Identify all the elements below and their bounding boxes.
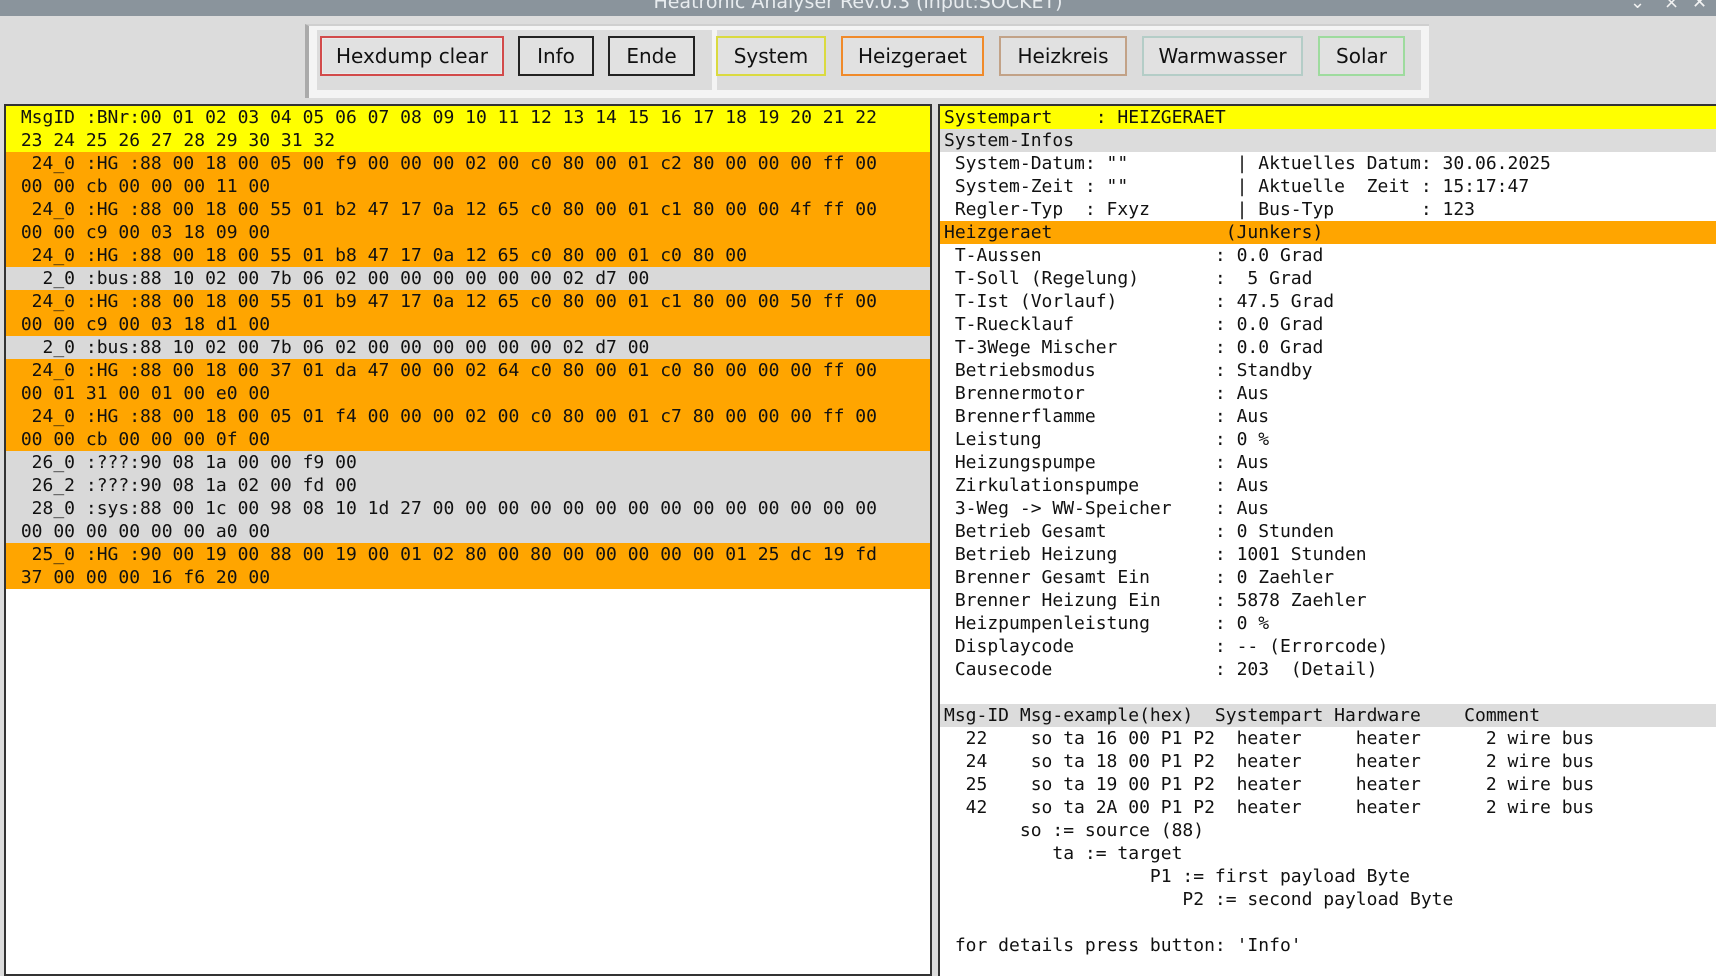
info-line: P2 := second payload Byte: [944, 889, 1454, 910]
hexdump-line: 23 24 25 26 27 28 29 30 31 32: [6, 129, 930, 152]
info-line: 42 so ta 2A 00 P1 P2 heater heater 2 wir…: [944, 797, 1595, 818]
info-line: Brennermotor : Aus: [944, 383, 1270, 404]
info-line: System-Zeit : "" | Aktuelle Zeit : 15:17…: [944, 176, 1530, 197]
info-line: [940, 681, 1716, 704]
hexdump-line: 2_0 :bus:88 10 02 00 7b 06 02 00 00 00 0…: [6, 267, 930, 290]
hexdump-line: 00 00 cb 00 00 00 0f 00: [6, 428, 930, 451]
info-line: 22 so ta 16 00 P1 P2 heater heater 2 wir…: [944, 728, 1595, 749]
info-line: ta := target: [944, 843, 1183, 864]
hexdump-line: 26_0 :???:90 08 1a 00 00 f9 00: [6, 451, 930, 474]
solar-button[interactable]: Solar: [1318, 36, 1405, 76]
info-line: Msg-ID Msg-example(hex) Systempart Hardw…: [940, 704, 1716, 727]
window-title: Heatronic Analyser Rev.0.3 (input:SOCKET…: [653, 0, 1063, 13]
hexdump-line: 26_2 :???:90 08 1a 02 00 fd 00: [6, 474, 930, 497]
info-line: 3-Weg -> WW-Speicher : Aus: [944, 498, 1270, 519]
hexdump-line: 24_0 :HG :88 00 18 00 37 01 da 47 00 00 …: [6, 359, 930, 382]
info-line: System-Infos: [940, 129, 1716, 152]
ende-button[interactable]: Ende: [608, 36, 695, 76]
info-line: Betrieb Gesamt : 0 Stunden: [944, 521, 1335, 542]
info-line: System-Datum: "" | Aktuelles Datum: 30.0…: [944, 153, 1551, 174]
hexdump-line: 37 00 00 00 16 f6 20 00: [6, 566, 930, 589]
maximize-icon[interactable]: ×: [1664, 0, 1679, 13]
close-icon[interactable]: ✕: [1692, 0, 1707, 13]
hexdump-clear-button[interactable]: Hexdump clear: [320, 36, 504, 76]
hexdump-line: MsgID :BNr:00 01 02 03 04 05 06 07 08 09…: [6, 106, 930, 129]
toolbar: Hexdump clear Info Ende System Heizgerae…: [0, 16, 1716, 106]
info-line: Causecode : 203 (Detail): [944, 659, 1378, 680]
info-line: Heizgeraet (Junkers): [940, 221, 1716, 244]
info-line: Brenner Heizung Ein : 5878 Zaehler: [944, 590, 1367, 611]
info-line: Regler-Typ : Fxyz | Bus-Typ : 123: [944, 199, 1476, 220]
info-line: Displaycode : -- (Errorcode): [944, 636, 1389, 657]
info-panel[interactable]: Systempart : HEIZGERAET System-Infos Syst…: [938, 104, 1716, 976]
info-line: Brenner Gesamt Ein : 0 Zaehler: [944, 567, 1335, 588]
hexdump-line: 00 01 31 00 01 00 e0 00: [6, 382, 930, 405]
info-line: for details press button: 'Info': [944, 935, 1302, 956]
hexdump-line: 00 00 c9 00 03 18 09 00: [6, 221, 930, 244]
info-line: Heizpumpenleistung : 0 %: [944, 613, 1270, 634]
info-line: Zirkulationspumpe : Aus: [944, 475, 1270, 496]
hexdump-line: 25_0 :HG :90 00 19 00 88 00 19 00 01 02 …: [6, 543, 930, 566]
info-line: T-Ruecklauf : 0.0 Grad: [944, 314, 1324, 335]
hexdump-line: 24_0 :HG :88 00 18 00 55 01 b8 47 17 0a …: [6, 244, 930, 267]
info-line: [940, 911, 1716, 934]
system-button[interactable]: System: [716, 36, 826, 76]
info-line: T-Ist (Vorlauf) : 47.5 Grad: [944, 291, 1335, 312]
hexdump-line: 00 00 c9 00 03 18 d1 00: [6, 313, 930, 336]
info-line: P1 := first payload Byte: [944, 866, 1410, 887]
info-line: Betriebsmodus : Standby: [944, 360, 1313, 381]
info-line: T-3Wege Mischer : 0.0 Grad: [944, 337, 1324, 358]
hexdump-line: 2_0 :bus:88 10 02 00 7b 06 02 00 00 00 0…: [6, 336, 930, 359]
hexdump-line: 00 00 00 00 00 00 a0 00: [6, 520, 930, 543]
info-line: Leistung : 0 %: [944, 429, 1270, 450]
info-line: Systempart : HEIZGERAET: [940, 106, 1716, 129]
title-bar: Heatronic Analyser Rev.0.3 (input:SOCKET…: [0, 0, 1716, 16]
minimize-icon[interactable]: ⌄: [1630, 0, 1645, 13]
heizgeraet-button[interactable]: Heizgeraet: [841, 36, 984, 76]
info-line: Betrieb Heizung : 1001 Stunden: [944, 544, 1367, 565]
hexdump-line: 28_0 :sys:88 00 1c 00 98 08 10 1d 27 00 …: [6, 497, 930, 520]
info-line: T-Aussen : 0.0 Grad: [944, 245, 1324, 266]
heizkreis-button[interactable]: Heizkreis: [999, 36, 1127, 76]
info-line: 24 so ta 18 00 P1 P2 heater heater 2 wir…: [944, 751, 1595, 772]
hexdump-line: 24_0 :HG :88 00 18 00 05 00 f9 00 00 00 …: [6, 152, 930, 175]
hexdump-line: 24_0 :HG :88 00 18 00 55 01 b2 47 17 0a …: [6, 198, 930, 221]
info-line: T-Soll (Regelung) : 5 Grad: [944, 268, 1313, 289]
info-line: 25 so ta 19 00 P1 P2 heater heater 2 wir…: [944, 774, 1595, 795]
warmwasser-button[interactable]: Warmwasser: [1142, 36, 1303, 76]
hexdump-panel[interactable]: MsgID :BNr:00 01 02 03 04 05 06 07 08 09…: [4, 104, 932, 976]
hexdump-line: 24_0 :HG :88 00 18 00 55 01 b9 47 17 0a …: [6, 290, 930, 313]
hexdump-line: 24_0 :HG :88 00 18 00 05 01 f4 00 00 00 …: [6, 405, 930, 428]
hexdump-line: 00 00 cb 00 00 00 11 00: [6, 175, 930, 198]
info-line: so := source (88): [944, 820, 1205, 841]
info-line: Heizungspumpe : Aus: [944, 452, 1270, 473]
info-line: Brennerflamme : Aus: [944, 406, 1270, 427]
info-button[interactable]: Info: [518, 36, 594, 76]
